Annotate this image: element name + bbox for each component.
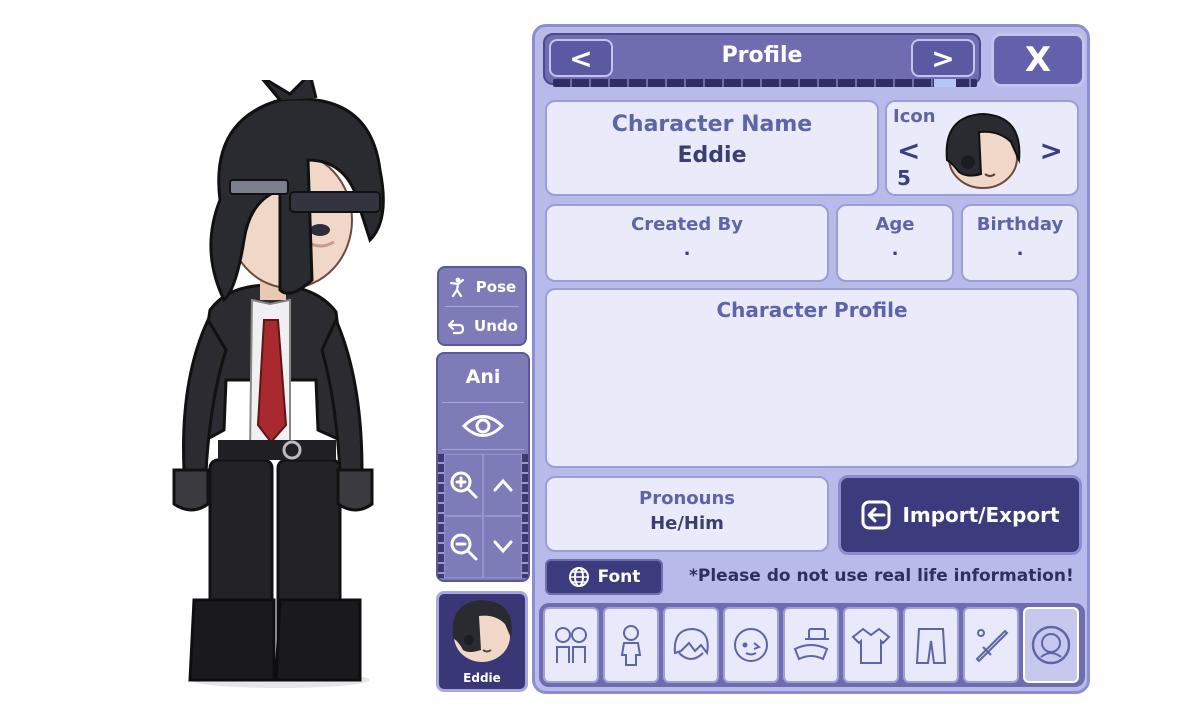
bottom-icon (915, 628, 947, 664)
import-export-label: Import/Export (902, 503, 1060, 527)
profile-panel: < Profile > X Character Name Eddie Icon … (532, 24, 1090, 694)
icon-next-button[interactable]: > (1040, 134, 1063, 167)
birthday-label: Birthday (976, 214, 1064, 235)
top-icon (851, 627, 891, 664)
disclaimer-text: *Please do not use real life information… (689, 566, 1074, 586)
move-up-button[interactable] (483, 454, 522, 516)
character-figure[interactable] (140, 80, 400, 690)
undo-button[interactable]: Undo (439, 307, 525, 345)
game-screen: Pose Undo Ani Eddie < Profile > X Charac… (0, 0, 1200, 716)
hair-icon (673, 627, 709, 660)
zoom-in-icon (450, 471, 477, 499)
accessories-icon (793, 628, 829, 661)
page-progress-bar (553, 79, 977, 87)
character-icon-preview (945, 112, 1021, 189)
pose-undo-panel: Pose Undo (437, 266, 527, 346)
zoom-pad (444, 454, 522, 578)
chevron-up-icon (493, 478, 512, 492)
pronouns-field[interactable]: Pronouns He/Him (545, 476, 829, 552)
face-icon (734, 628, 768, 662)
font-label: Font (597, 567, 641, 587)
zoom-out-button[interactable] (444, 516, 483, 578)
body-icon (620, 625, 642, 666)
view-controls-panel: Ani (436, 352, 530, 582)
category-hair[interactable] (663, 607, 719, 683)
icon-number: 5 (897, 166, 911, 190)
category-profile[interactable] (1023, 607, 1079, 683)
birthday-field[interactable]: Birthday . (961, 204, 1079, 282)
created-by-field[interactable]: Created By . (545, 204, 829, 282)
category-accessories[interactable] (783, 607, 839, 683)
created-by-value: . (683, 239, 691, 260)
character-name-value: Eddie (677, 143, 747, 168)
character-slot[interactable]: Eddie (436, 591, 528, 692)
visibility-toggle[interactable] (442, 402, 524, 450)
category-face[interactable] (723, 607, 779, 683)
chevron-down-icon (493, 540, 512, 554)
zoom-in-button[interactable] (444, 454, 483, 516)
avatar (452, 600, 512, 662)
zoom-out-icon (450, 533, 477, 561)
profile-icon (1031, 625, 1071, 665)
panel-header: < Profile > (543, 33, 981, 87)
character-profile-field[interactable]: Character Profile (545, 288, 1079, 468)
icon-selector: Icon < 5 > (885, 100, 1079, 196)
font-button[interactable]: Font (545, 559, 663, 595)
move-down-button[interactable] (483, 516, 522, 578)
category-bar (539, 603, 1085, 687)
eye-icon (461, 415, 505, 437)
pose-label: Pose (475, 278, 517, 296)
character-name-field[interactable]: Character Name Eddie (545, 100, 879, 196)
characters-icon (555, 627, 587, 663)
ani-button[interactable]: Ani (438, 354, 528, 402)
next-page-button[interactable]: > (911, 39, 975, 77)
age-value: . (891, 239, 899, 260)
category-bottom[interactable] (903, 607, 959, 683)
close-button[interactable]: X (991, 33, 1085, 87)
birthday-value: . (1016, 239, 1024, 260)
undo-icon (447, 319, 465, 335)
pose-icon (449, 277, 464, 297)
undo-label: Undo (474, 317, 518, 335)
character-profile-label: Character Profile (716, 298, 908, 322)
progress-indicator (934, 79, 956, 87)
icon-prev-button[interactable]: < (897, 134, 920, 167)
props-icon (975, 629, 1009, 663)
icon-label: Icon (893, 106, 936, 127)
created-by-label: Created By (631, 214, 743, 235)
import-icon (861, 500, 891, 530)
character-name-label: Character Name (611, 112, 813, 137)
pose-button[interactable]: Pose (439, 268, 525, 306)
zoom-rail-right (522, 454, 528, 578)
pronouns-label: Pronouns (639, 488, 735, 509)
pronouns-value: He/Him (650, 513, 724, 534)
age-field[interactable]: Age . (836, 204, 954, 282)
age-label: Age (875, 214, 915, 235)
category-top[interactable] (843, 607, 899, 683)
category-body[interactable] (603, 607, 659, 683)
globe-icon (568, 567, 589, 587)
character-slot-name: Eddie (463, 671, 501, 685)
category-props[interactable] (963, 607, 1019, 683)
import-export-button[interactable]: Import/Export (838, 475, 1082, 555)
category-characters[interactable] (543, 607, 599, 683)
